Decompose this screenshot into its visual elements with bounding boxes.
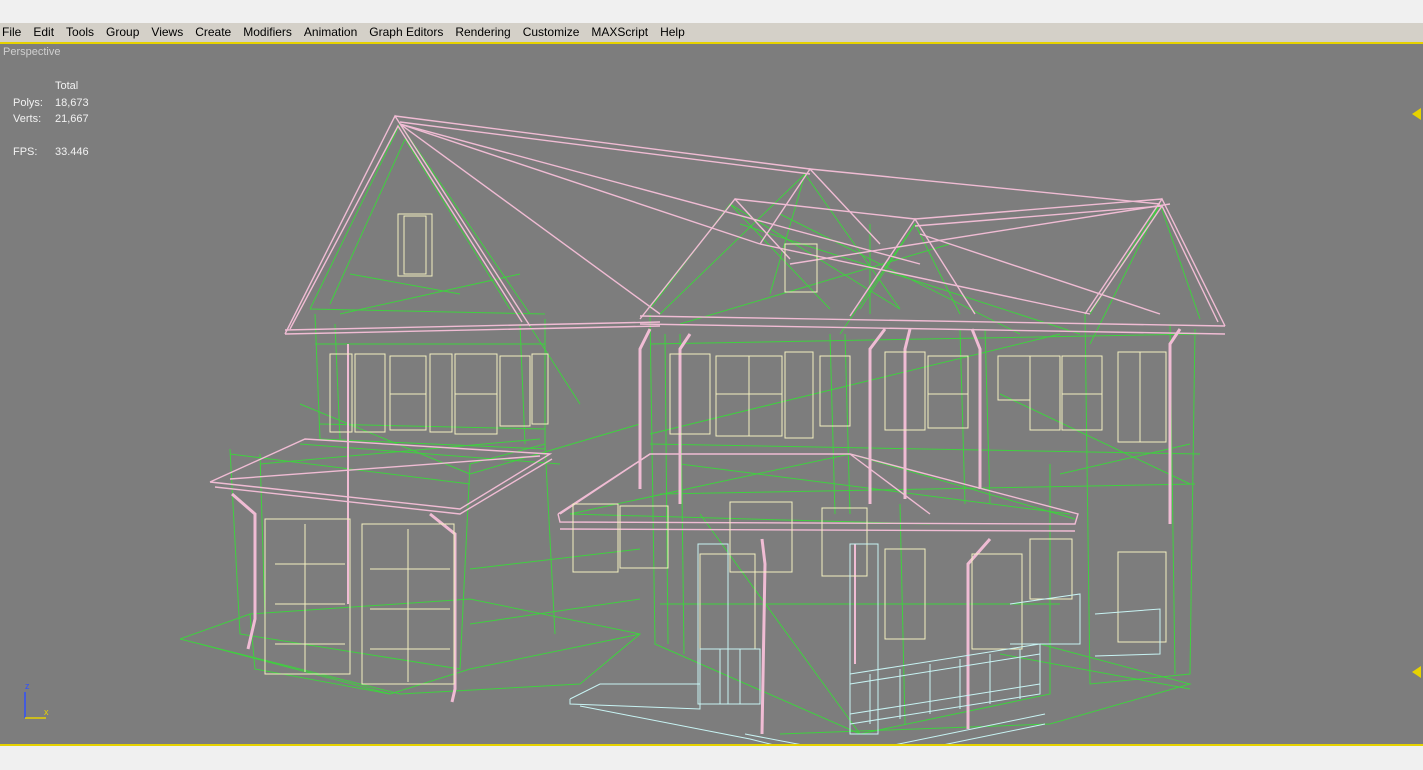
menu-customize[interactable]: Customize bbox=[517, 23, 586, 42]
menu-group[interactable]: Group bbox=[100, 23, 145, 42]
menu-graph-editors[interactable]: Graph Editors bbox=[363, 23, 449, 42]
menu-create[interactable]: Create bbox=[189, 23, 237, 42]
menu-tools[interactable]: Tools bbox=[60, 23, 100, 42]
perspective-viewport[interactable]: Perspective Total Polys: 18,673 Verts: 21,… bbox=[0, 44, 1423, 746]
menu-animation[interactable]: Animation bbox=[298, 23, 363, 42]
viewport-axis-icon: z x bbox=[24, 681, 49, 719]
menu-file[interactable]: File bbox=[0, 23, 27, 42]
time-slider-marker-icon bbox=[1412, 666, 1421, 678]
axis-z-label: z bbox=[25, 681, 30, 691]
axis-x-label: x bbox=[44, 707, 49, 717]
menu-edit[interactable]: Edit bbox=[27, 23, 60, 42]
menu-bar: File Edit Tools Group Views Create Modif… bbox=[0, 23, 1423, 44]
menu-views[interactable]: Views bbox=[145, 23, 189, 42]
house-wireframe-model[interactable] bbox=[0, 44, 1423, 744]
menu-modifiers[interactable]: Modifiers bbox=[237, 23, 298, 42]
menu-maxscript[interactable]: MAXScript bbox=[585, 23, 654, 42]
menu-help[interactable]: Help bbox=[654, 23, 691, 42]
time-slider-marker-icon bbox=[1412, 108, 1421, 120]
menu-rendering[interactable]: Rendering bbox=[449, 23, 516, 42]
